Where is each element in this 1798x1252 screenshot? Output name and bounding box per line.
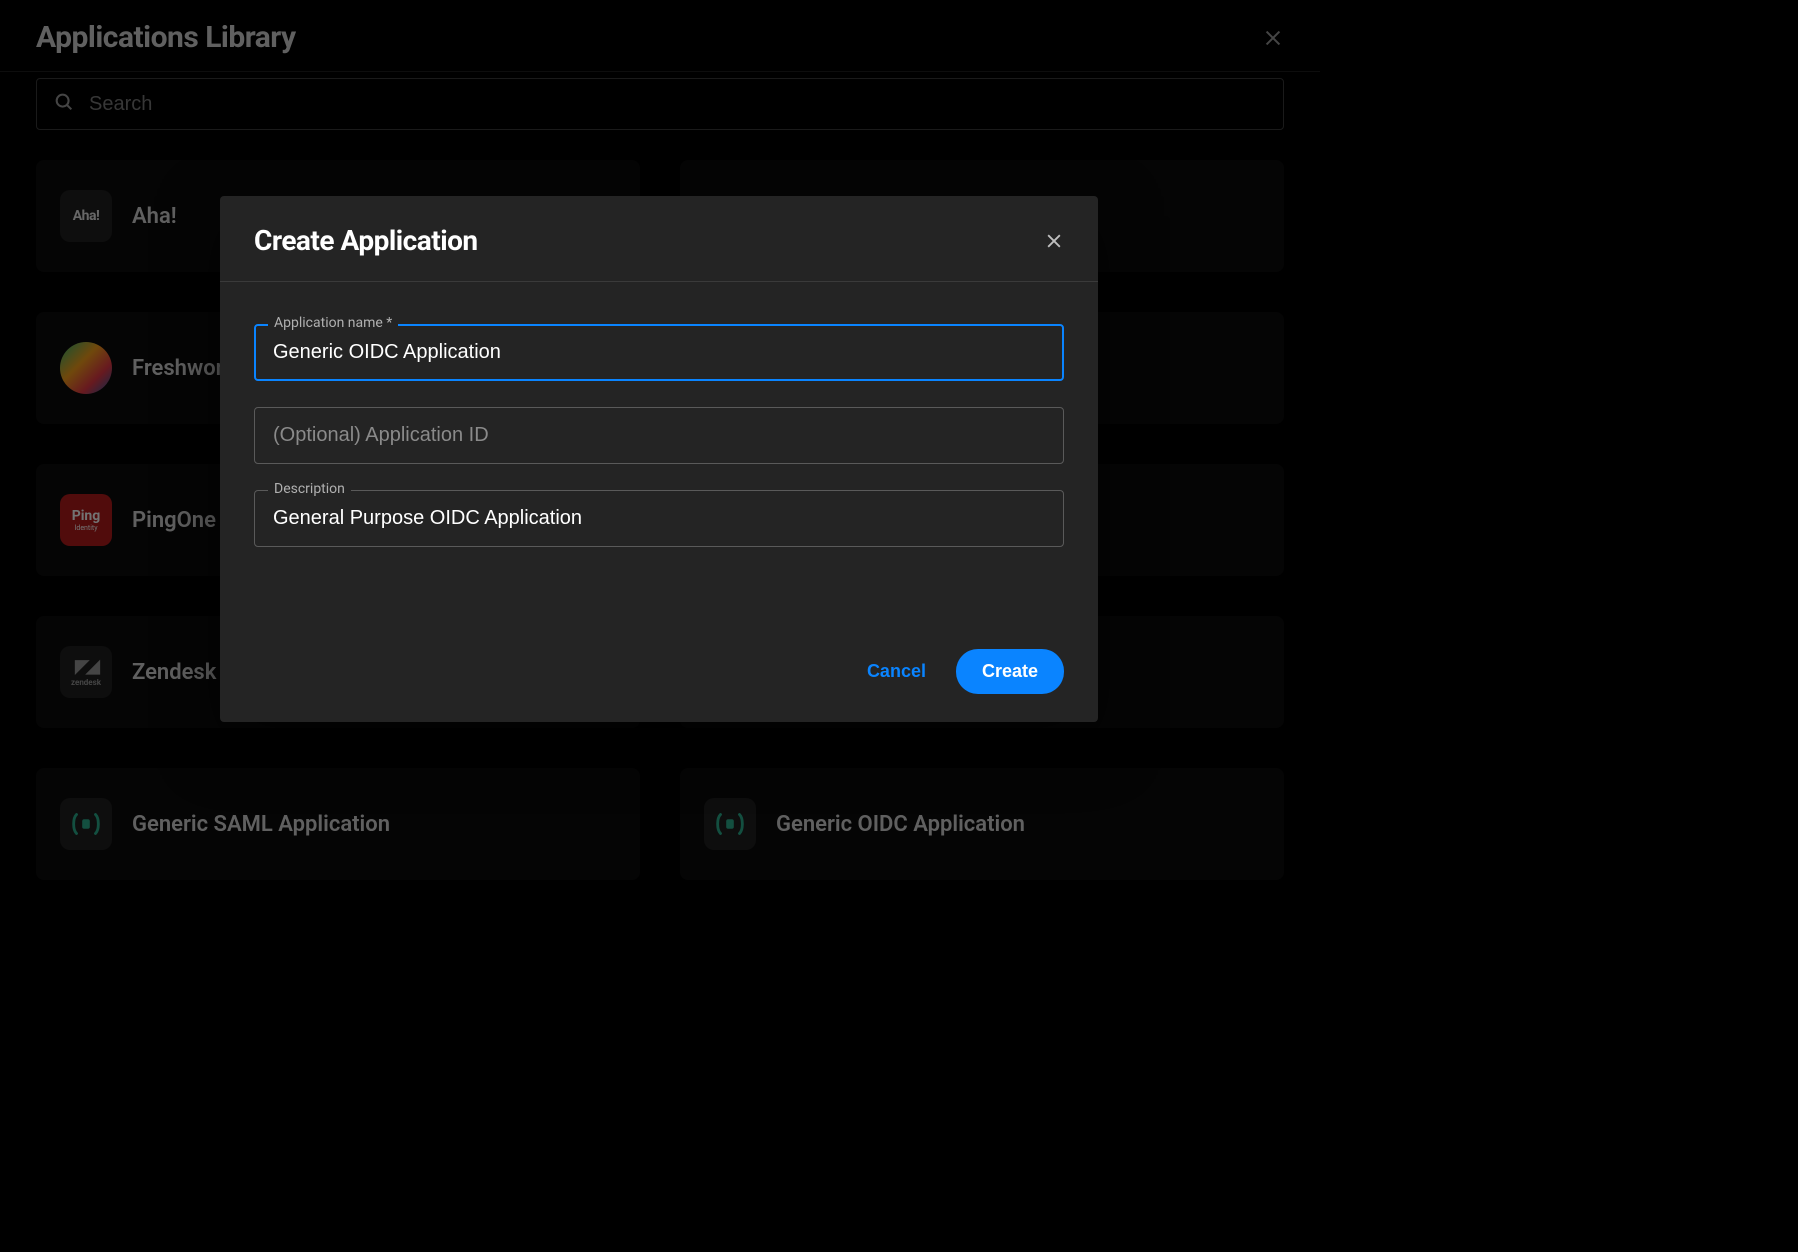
application-id-field-wrap <box>254 407 1064 464</box>
modal-title: Create Application <box>254 224 478 257</box>
modal-header: Create Application <box>220 196 1098 282</box>
application-id-field[interactable] <box>254 407 1064 464</box>
create-application-modal: Create Application Application name * De… <box>220 196 1098 722</box>
description-field[interactable] <box>254 490 1064 547</box>
description-field-wrap: Description <box>254 490 1064 547</box>
application-name-label: Application name * <box>268 315 398 331</box>
close-icon[interactable] <box>1044 231 1064 251</box>
application-name-field-wrap: Application name * <box>254 324 1064 381</box>
cancel-button[interactable]: Cancel <box>867 661 926 682</box>
modal-body: Application name * Description <box>220 282 1098 567</box>
application-name-field[interactable] <box>254 324 1064 381</box>
modal-footer: Cancel Create <box>220 567 1098 722</box>
create-button[interactable]: Create <box>956 649 1064 694</box>
description-label: Description <box>268 481 351 497</box>
